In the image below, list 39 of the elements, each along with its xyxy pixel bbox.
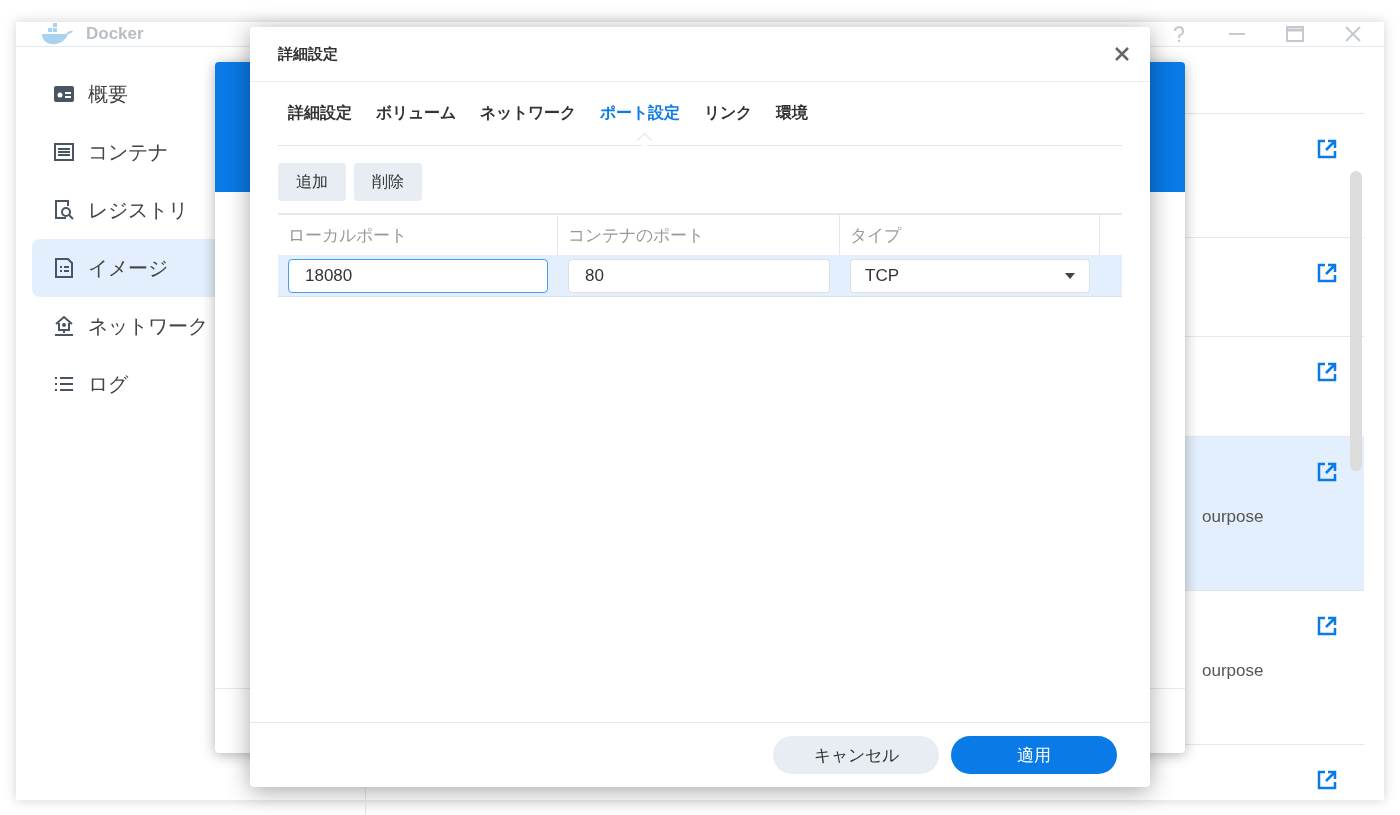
external-link-icon[interactable] (1316, 769, 1338, 791)
port-field[interactable]: 18080 (288, 258, 548, 293)
external-link-icon[interactable] (1316, 461, 1338, 483)
sidebar-label: イメージ (88, 255, 168, 281)
toolbar-button[interactable]: 追加 (278, 163, 346, 201)
tab[interactable]: 環境 (768, 93, 824, 134)
port-field[interactable]: 80 (568, 258, 830, 293)
sidebar-item[interactable]: ログ (32, 355, 365, 413)
external-link-icon[interactable] (1316, 615, 1338, 637)
sidebar-item[interactable]: ネットワーク (32, 297, 365, 355)
sidebar-label: ネットワーク (88, 313, 208, 339)
external-link-icon[interactable] (1316, 262, 1338, 284)
sidebar-label: 概要 (88, 81, 128, 107)
sidebar-label: ログ (88, 371, 128, 397)
tab[interactable]: ボリューム (368, 93, 472, 134)
app-title: Docker (86, 24, 145, 44)
list-panel-icon (52, 140, 76, 164)
cancel-button[interactable]: キャンセル (773, 736, 939, 774)
network-icon (52, 314, 76, 338)
dialog-title: 詳細設定 (278, 44, 339, 64)
apply-button[interactable]: 適用 (951, 736, 1117, 774)
document-icon (52, 256, 76, 280)
scrollbar[interactable] (1350, 171, 1362, 471)
tab[interactable]: リンク (696, 93, 768, 134)
row-description: ourpose (1202, 661, 1264, 681)
external-link-icon[interactable] (1316, 361, 1338, 383)
external-link-icon[interactable] (1316, 138, 1338, 160)
tab[interactable]: 詳細設定 (280, 93, 368, 134)
search-document-icon (52, 198, 76, 222)
tab[interactable]: ポート設定 (592, 93, 696, 134)
tab[interactable]: ネットワーク (472, 93, 592, 134)
close-icon[interactable] (1114, 46, 1130, 62)
toolbar-button[interactable]: 削除 (354, 163, 422, 201)
row-description: ourpose (1202, 507, 1264, 527)
type-dropdown[interactable]: TCP (850, 258, 1090, 293)
whale-icon (40, 22, 74, 46)
sidebar-label: コンテナ (88, 139, 168, 165)
sidebar-label: レジストリ (88, 197, 188, 223)
caret-icon (1065, 272, 1075, 279)
